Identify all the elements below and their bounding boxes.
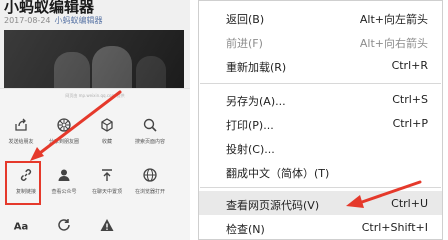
article-meta: 2017-08-24 小蚂蚁编辑器: [4, 15, 103, 26]
menu-item-print[interactable]: 打印(P)... Ctrl+P: [199, 111, 442, 135]
menu-item-shortcut: Alt+向右箭头: [359, 37, 428, 50]
moments-icon: [57, 118, 71, 132]
favorite-button[interactable]: 收藏: [86, 117, 128, 145]
favorite-cube-icon: [101, 118, 113, 132]
refresh-icon: [58, 219, 70, 231]
send-to-friend-button[interactable]: 发送给朋友: [0, 117, 42, 145]
favorite-label: 收藏: [101, 139, 112, 145]
menu-item-shortcut: Alt+向左箭头: [359, 13, 428, 26]
article-date: 2017-08-24: [4, 16, 51, 25]
menu-item-shortcut: Ctrl+R: [391, 59, 428, 72]
menu-separator: [200, 187, 441, 188]
report-button[interactable]: [86, 217, 128, 233]
menu-item-label: 查看网页源代码(V): [226, 199, 320, 212]
menu-item-shortcut: Ctrl+U: [391, 197, 428, 210]
font-icon: Aa: [14, 222, 29, 233]
share-to-moments-button[interactable]: 分享到朋友圈: [43, 117, 85, 145]
pin-to-top-button[interactable]: 在聊天中置顶: [86, 167, 128, 195]
browser-context-menu: 返回(B) Alt+向左箭头 前进(F) Alt+向右箭头 重新加载(R) Ct…: [198, 0, 443, 240]
menu-item-label: 前进(F): [226, 37, 263, 50]
menu-item-save-as[interactable]: 另存为(A)... Ctrl+S: [199, 87, 442, 111]
menu-item-label: 另存为(A)...: [226, 95, 286, 108]
share-to-moments-label: 分享到朋友圈: [48, 139, 79, 145]
person-icon: [58, 169, 70, 181]
menu-item-back[interactable]: 返回(B) Alt+向左箭头: [199, 5, 442, 29]
open-in-browser-label: 在浏览器打开: [134, 189, 165, 195]
send-to-friend-label: 发送给朋友: [8, 139, 34, 145]
menu-item-label: 翻成中文（简体）(T): [226, 167, 330, 180]
globe-icon: [143, 168, 157, 182]
pin-top-icon: [102, 169, 112, 181]
menu-item-label: 返回(B): [226, 13, 265, 26]
menu-separator: [200, 83, 441, 84]
menu-item-reload[interactable]: 重新加载(R) Ctrl+R: [199, 53, 442, 77]
menu-item-shortcut: Ctrl+P: [392, 117, 428, 130]
menu-item-label: 投射(C)...: [226, 143, 275, 156]
menu-item-label: 检查(N): [226, 223, 265, 236]
view-official-account-button[interactable]: 查看公众号: [43, 167, 85, 195]
menu-item-inspect[interactable]: 检查(N) Ctrl+Shift+I: [199, 215, 442, 239]
view-official-account-label: 查看公众号: [51, 189, 77, 195]
copy-link-highlight-box: [5, 161, 41, 205]
pin-to-top-label: 在聊天中置顶: [91, 189, 122, 195]
refresh-button[interactable]: [43, 217, 85, 233]
warning-icon: [100, 219, 114, 231]
search-icon: [143, 118, 157, 132]
article-cover-image: [4, 30, 184, 90]
search-page-label: 搜索页面内容: [134, 139, 165, 145]
phone-screenshot: 小蚂蚁编辑器 2017-08-24 小蚂蚁编辑器 网页由 mp.weixin.qq…: [0, 0, 190, 240]
menu-item-label: 重新加载(R): [226, 61, 287, 74]
menu-item-view-source[interactable]: 查看网页源代码(V) Ctrl+U: [199, 191, 442, 215]
menu-item-cast[interactable]: 投射(C)...: [199, 135, 442, 159]
svg-text:Aa: Aa: [14, 222, 29, 233]
share-icon: [15, 118, 27, 131]
menu-item-shortcut: Ctrl+Shift+I: [361, 221, 428, 234]
font-size-button[interactable]: Aa: [0, 217, 42, 233]
menu-item-label: 打印(P)...: [226, 119, 274, 132]
menu-item-shortcut: Ctrl+S: [392, 93, 428, 106]
menu-item-forward[interactable]: 前进(F) Alt+向右箭头: [199, 29, 442, 53]
share-sheet-caption: 网页由 mp.weixin.qq.com 提供: [65, 93, 125, 98]
open-in-browser-button[interactable]: 在浏览器打开: [129, 167, 171, 195]
menu-item-translate[interactable]: 翻成中文（简体）(T): [199, 159, 442, 183]
search-page-button[interactable]: 搜索页面内容: [129, 117, 171, 145]
article-author-link[interactable]: 小蚂蚁编辑器: [55, 16, 103, 25]
